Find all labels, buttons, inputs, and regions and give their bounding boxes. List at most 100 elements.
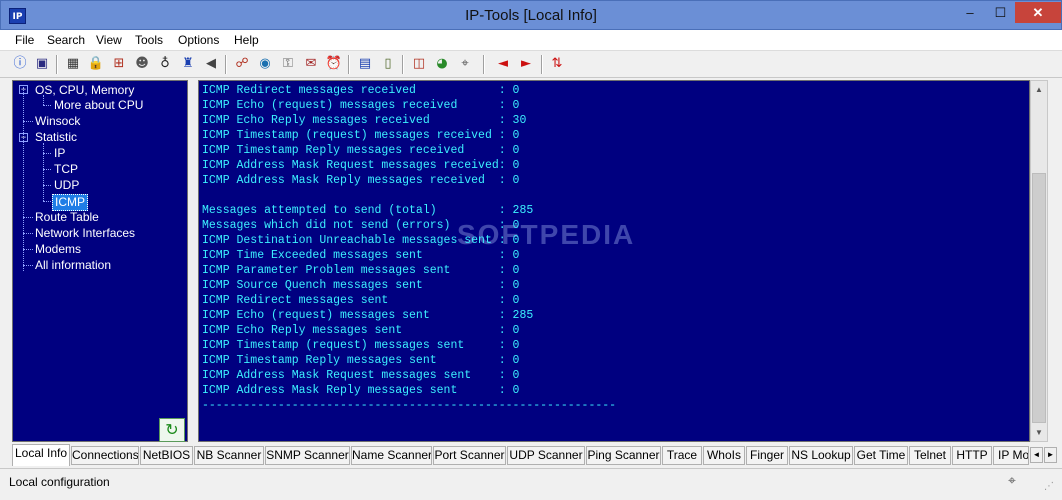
info-tree[interactable]: − − OS, CPU, Memory More about CPU Winso… (12, 80, 188, 442)
tree-connector (43, 105, 51, 106)
tree-item-icmp[interactable]: ICMP (52, 194, 88, 211)
tab-name-scanner[interactable]: Name Scanner (351, 446, 432, 465)
status-bar: Local configuration ⌖ ⋰ (0, 468, 1062, 500)
output-line: ICMP Echo (request) messages received : … (202, 99, 520, 112)
network-tree-icon[interactable]: ⊞ (110, 55, 128, 73)
tree-connector (23, 217, 33, 218)
output-line: ICMP Address Mask Reply messages receive… (202, 174, 520, 187)
tab-scroll-right-icon[interactable]: ► (1044, 447, 1057, 463)
scroll-thumb[interactable] (1032, 173, 1046, 423)
tree-item-tcp[interactable]: TCP (54, 162, 78, 177)
speaker-icon[interactable]: ◀ (202, 55, 220, 73)
tree-connector (23, 249, 33, 250)
toolbar: ⓘ ▣ ▦ 🔒 ⊞ ☻ ♁ ♜ ◀ ☍ ◉ ⚿ ✉ ⏰ ▤ ▯ ◫ ◕ ⌖ ◄ … (0, 51, 1062, 78)
tab-udp-scanner[interactable]: UDP Scanner (507, 446, 585, 465)
tab-bar: Local Info Connections NetBIOS NB Scanne… (0, 444, 1062, 466)
share-icon[interactable]: ☍ (233, 55, 251, 73)
refresh-button[interactable]: ↻ (159, 418, 185, 442)
output-line: ICMP Address Mask Reply messages sent : … (202, 384, 520, 397)
computer-icon[interactable]: ▤ (356, 55, 374, 73)
monitor-icon[interactable]: ▣ (33, 55, 51, 73)
tree-item-winsock[interactable]: Winsock (35, 114, 80, 129)
tree-connector (43, 185, 51, 186)
output-line: ----------------------------------------… (202, 399, 617, 412)
output-line: Messages which did not send (errors) : 0 (202, 219, 520, 232)
output-line: ICMP Destination Unreachable messages se… (202, 234, 520, 247)
menu-bar: File Search View Tools Options Help (0, 30, 1062, 51)
tree-item-network-interfaces[interactable]: Network Interfaces (35, 226, 135, 241)
tab-netbios[interactable]: NetBIOS (140, 446, 193, 465)
vertical-scrollbar[interactable]: ▲ ▼ (1030, 80, 1048, 442)
output-text-area[interactable]: SOFTPEDIA ICMP Redirect messages receive… (198, 80, 1030, 442)
info-icon[interactable]: ⓘ (11, 55, 29, 73)
users-icon[interactable]: ☻ (133, 55, 151, 73)
toolbar-separator (483, 55, 485, 74)
tab-snmp-scanner[interactable]: SNMP Scanner (265, 446, 350, 465)
menu-tools[interactable]: Tools (135, 33, 163, 47)
tree-expander[interactable]: − (19, 133, 28, 142)
tab-http[interactable]: HTTP (952, 446, 992, 465)
menu-view[interactable]: View (96, 33, 122, 47)
tree-item-udp[interactable]: UDP (54, 178, 79, 193)
tree-item-more-about-cpu[interactable]: More about CPU (54, 98, 143, 113)
pie-icon[interactable]: ◕ (433, 55, 451, 73)
tree-connector (43, 169, 51, 170)
scroll-down-icon[interactable]: ▼ (1031, 424, 1047, 441)
tab-port-scanner[interactable]: Port Scanner (433, 446, 506, 465)
resize-grip-icon[interactable]: ⋰ (1044, 481, 1054, 492)
output-line: ICMP Time Exceeded messages sent : 0 (202, 249, 520, 262)
menu-help[interactable]: Help (234, 33, 259, 47)
toolbar-separator (56, 55, 58, 74)
tab-local-info[interactable]: Local Info (12, 444, 70, 466)
tab-ns-lookup[interactable]: NS Lookup (789, 446, 853, 465)
output-line: ICMP Address Mask Request messages recei… (202, 159, 520, 172)
scroll-up-icon[interactable]: ▲ (1031, 81, 1047, 98)
tab-nb-scanner[interactable]: NB Scanner (194, 446, 264, 465)
tower-icon[interactable]: ♜ (179, 55, 197, 73)
arrow-left-icon[interactable]: ◄ (494, 55, 512, 73)
binoculars-icon[interactable]: ♁ (156, 55, 174, 73)
lock-icon[interactable]: 🔒 (87, 55, 105, 73)
minimize-button[interactable]: – (955, 2, 985, 23)
tab-finger[interactable]: Finger (746, 446, 788, 465)
swap-icon[interactable]: ⇅ (548, 55, 566, 73)
tree-expander[interactable]: − (19, 85, 28, 94)
mail-icon[interactable]: ✉ (302, 55, 320, 73)
tab-trace[interactable]: Trace (662, 446, 702, 465)
tab-connections[interactable]: Connections (71, 446, 139, 465)
tab-ip-monitor[interactable]: IP Monitor (993, 446, 1029, 465)
tree-item-statistic[interactable]: Statistic (35, 130, 77, 145)
output-line: ICMP Source Quench messages sent : 0 (202, 279, 520, 292)
tree-item-all-information[interactable]: All information (35, 258, 111, 273)
grid-icon[interactable]: ▦ (64, 55, 82, 73)
output-line: ICMP Timestamp Reply messages sent : 0 (202, 354, 520, 367)
document-icon[interactable]: ▯ (379, 55, 397, 73)
output-line: ICMP Timestamp (request) messages sent :… (202, 339, 520, 352)
globe-icon[interactable]: ◉ (256, 55, 274, 73)
window-title: IP-Tools [Local Info] (465, 7, 597, 24)
tab-scroll-left-icon[interactable]: ◄ (1030, 447, 1043, 463)
arrow-right-icon[interactable]: ► (517, 55, 535, 73)
output-line: ICMP Address Mask Request messages sent … (202, 369, 520, 382)
tree-connector (23, 265, 33, 266)
output-line: ICMP Parameter Problem messages sent : 0 (202, 264, 520, 277)
menu-search[interactable]: Search (47, 33, 85, 47)
clock-icon[interactable]: ⏰ (325, 55, 343, 73)
maximize-button[interactable]: ☐ (987, 2, 1014, 23)
tab-telnet[interactable]: Telnet (909, 446, 951, 465)
close-button[interactable]: ✕ (1015, 2, 1061, 23)
tab-ping-scanner[interactable]: Ping Scanner (586, 446, 661, 465)
tree-item-route-table[interactable]: Route Table (35, 210, 99, 225)
satellite-icon[interactable]: ⌖ (456, 55, 474, 73)
toolbar-separator (348, 55, 350, 74)
tree-item-modems[interactable]: Modems (35, 242, 81, 257)
tree-item-ip[interactable]: IP (54, 146, 65, 161)
tab-whois[interactable]: WhoIs (703, 446, 745, 465)
tree-item-os-cpu-memory[interactable]: OS, CPU, Memory (35, 83, 134, 98)
toolbar-separator (541, 55, 543, 74)
menu-options[interactable]: Options (178, 33, 219, 47)
tab-get-time[interactable]: Get Time (854, 446, 908, 465)
menu-file[interactable]: File (15, 33, 34, 47)
chart-icon[interactable]: ◫ (410, 55, 428, 73)
key-icon[interactable]: ⚿ (279, 55, 297, 73)
